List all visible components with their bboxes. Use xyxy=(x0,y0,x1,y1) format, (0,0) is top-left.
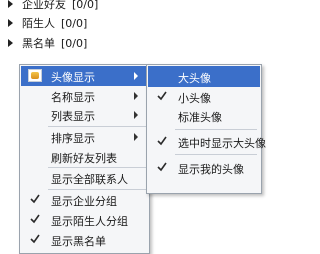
group-blacklist[interactable]: 黑名单 [0/0] xyxy=(0,34,87,52)
menu-item-label: 排序显示 xyxy=(51,132,95,145)
menu-separator xyxy=(175,129,257,130)
group-count: [0/0] xyxy=(72,0,99,11)
submenu-arrow-icon xyxy=(134,92,138,100)
checkmark-icon xyxy=(157,162,167,172)
menu-item-label: 显示黑名单 xyxy=(51,235,106,248)
checkmark-icon xyxy=(30,194,40,204)
submenu-item-large-avatar[interactable]: 大头像 xyxy=(148,66,260,87)
checkmark-icon xyxy=(30,234,40,244)
submenu-item-label: 小头像 xyxy=(178,92,211,105)
submenu-arrow-icon xyxy=(134,111,138,119)
avatar-display-submenu: 大头像 小头像 标准头像 选中时显示大头像 显示我的头像 xyxy=(146,64,266,194)
menu-separator xyxy=(175,154,257,155)
menu-item-refresh-friends[interactable]: 刷新好友列表 xyxy=(21,147,148,167)
menu-item-name-display[interactable]: 名称显示 xyxy=(21,86,148,106)
group-enterprise-friends[interactable]: 企业好友 [0/0] xyxy=(0,0,98,13)
menu-item-label: 头像显示 xyxy=(51,71,95,84)
menu-item-label: 显示全部联系人 xyxy=(51,173,128,186)
submenu-item-label: 选中时显示大头像 xyxy=(178,137,266,150)
group-strangers[interactable]: 陌生人 [0/0] xyxy=(0,14,87,32)
menu-item-label: 显示陌生人分组 xyxy=(51,215,128,228)
menu-item-list-display[interactable]: 列表显示 xyxy=(21,105,148,125)
context-menu: 头像显示 名称显示 列表显示 排序显示 刷新好友列表 显示全部联系人 显示企业分… xyxy=(19,64,150,254)
submenu-item-show-my-avatar[interactable]: 显示我的头像 xyxy=(148,157,260,178)
submenu-item-standard-avatar[interactable]: 标准头像 xyxy=(148,105,260,126)
menu-item-show-all-contacts[interactable]: 显示全部联系人 xyxy=(21,168,148,188)
menu-item-label: 列表显示 xyxy=(51,110,95,123)
checkmark-icon xyxy=(157,91,167,101)
submenu-arrow-icon xyxy=(134,72,138,80)
submenu-item-label: 显示我的头像 xyxy=(178,163,244,176)
menu-item-show-blacklist[interactable]: 显示黑名单 xyxy=(21,230,148,250)
group-name: 陌生人 xyxy=(22,17,55,30)
menu-item-show-enterprise-group[interactable]: 显示企业分组 xyxy=(21,190,148,210)
avatar-icon xyxy=(28,69,42,82)
menu-item-show-stranger-group[interactable]: 显示陌生人分组 xyxy=(21,210,148,230)
expand-arrow-icon[interactable] xyxy=(8,0,13,8)
submenu-item-large-on-select[interactable]: 选中时显示大头像 xyxy=(148,131,266,152)
group-name: 企业好友 xyxy=(22,0,66,11)
expand-arrow-icon[interactable] xyxy=(8,39,13,47)
submenu-arrow-icon xyxy=(134,133,138,141)
submenu-item-label: 大头像 xyxy=(178,72,211,85)
submenu-item-small-avatar[interactable]: 小头像 xyxy=(148,86,260,107)
menu-item-label: 名称显示 xyxy=(51,91,95,104)
group-count: [0/0] xyxy=(61,16,88,30)
group-count: [0/0] xyxy=(61,36,88,50)
menu-item-label: 显示企业分组 xyxy=(51,195,117,208)
menu-item-label: 刷新好友列表 xyxy=(51,152,117,165)
checkmark-icon xyxy=(157,136,167,146)
submenu-item-label: 标准头像 xyxy=(178,111,222,124)
expand-arrow-icon[interactable] xyxy=(8,19,13,27)
menu-item-sort-display[interactable]: 排序显示 xyxy=(21,127,148,147)
menu-item-avatar-display[interactable]: 头像显示 xyxy=(21,66,148,86)
group-name: 黑名单 xyxy=(22,37,55,50)
checkmark-icon xyxy=(30,214,40,224)
